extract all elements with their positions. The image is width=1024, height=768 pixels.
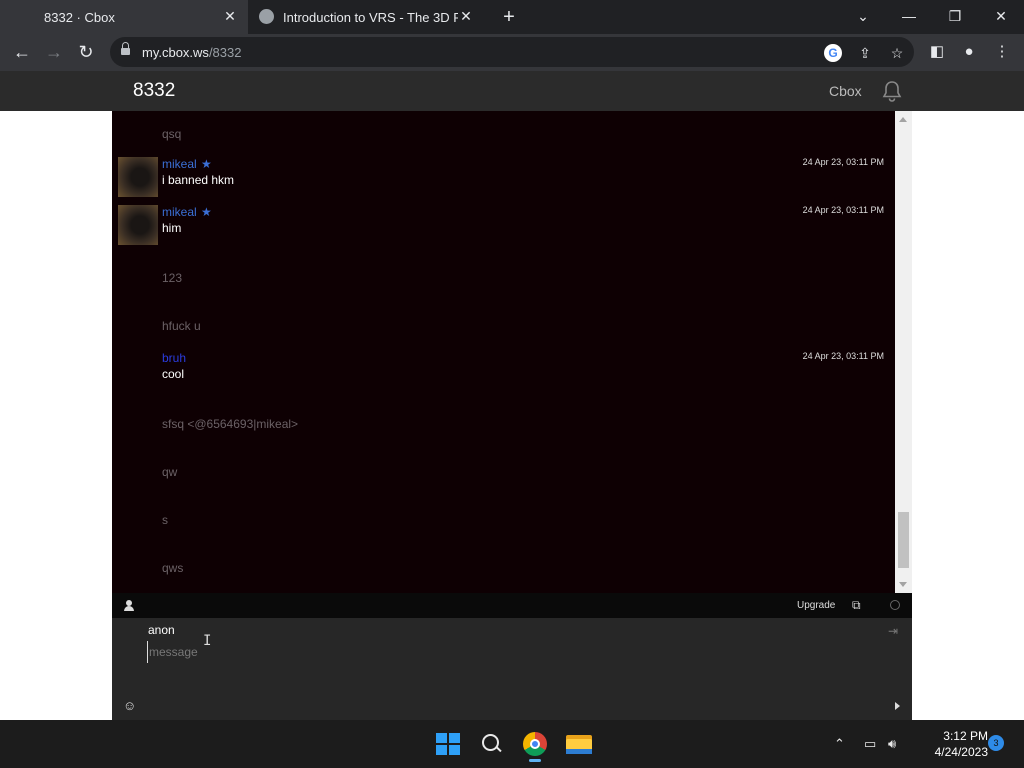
site-header: 8332 Cbox [0,71,1024,111]
brand-link[interactable]: Cbox [829,83,862,99]
chevron-up-icon[interactable]: ⌃ [834,736,845,752]
network-icon[interactable]: ▭ [864,736,876,752]
close-window-button[interactable]: ✕ [987,5,1015,27]
message-timestamp: 24 Apr 23, 03:11 PM [802,157,884,167]
message-composer: anon ⇥ I ☺ [112,618,912,720]
tab-title: Introduction to VRS - The 3D Rac [283,9,458,25]
star-icon: ★ [201,205,212,219]
profile-icon[interactable]: ● [959,42,979,62]
back-button[interactable]: ← [10,40,34,64]
side-panel-icon[interactable]: ◧ [927,42,947,62]
chat-box: qsq mikeal ★ i banned hkm 24 Apr 23, 03:11 P… [112,111,912,720]
message-text: sfsq <@6564693|mikeal> [162,417,299,431]
clock-date: 4/24/2023 [934,745,988,759]
message-text: 123 [162,271,183,285]
url-text[interactable]: my.cbox.ws/8332 [142,45,241,60]
notification-badge[interactable]: 3 [988,735,1004,751]
clock[interactable]: 3:12 PM 4/24/2023 [912,728,988,760]
star-icon: ★ [201,157,212,171]
chat-footer-bar: Upgrade ⧉ [112,593,912,618]
message-author[interactable]: bruh [162,351,186,365]
scroll-up-arrow[interactable] [899,117,907,122]
tab-search-icon[interactable]: ⌄ [849,5,877,27]
minimize-button[interactable]: — [895,5,923,27]
message-text: i banned hkm [162,173,235,187]
message-text: hfuck u [162,319,201,333]
message-text: qsq [162,127,182,141]
browser-tab-strip: 8332 · Cbox ✕ Introduction to VRS - The … [0,0,1024,34]
message-timestamp: 24 Apr 23, 03:11 PM [802,351,884,361]
forward-button[interactable]: → [42,40,66,64]
login-icon[interactable]: ⇥ [888,624,898,638]
tab-title: 8332 · Cbox [44,9,115,25]
taskbar: ⌃ ▭ 🔊︎ 3:12 PM 4/24/2023 3 [0,720,1024,768]
reload-button[interactable]: ↻ [74,40,98,64]
scroll-down-arrow[interactable] [899,582,907,587]
clock-time: 3:12 PM [943,729,988,743]
message-author[interactable]: mikeal [162,157,197,171]
google-lens-icon[interactable]: G [824,44,842,62]
address-bar[interactable]: my.cbox.ws/8332 G ⇪ ☆ [110,37,914,67]
menu-icon[interactable]: ⋮ [992,42,1012,62]
search-icon[interactable] [475,728,507,760]
message-text: qw [162,465,178,479]
close-icon[interactable]: ✕ [458,8,474,24]
author-name[interactable]: anon [148,623,175,637]
lock-icon[interactable] [121,42,130,57]
tab-vrs[interactable]: Introduction to VRS - The 3D Rac ✕ [252,0,484,34]
new-tab-button[interactable]: + [498,6,520,28]
file-explorer-icon[interactable] [563,728,595,760]
url-host: my.cbox.ws [142,45,209,60]
tab-cbox[interactable]: 8332 · Cbox ✕ [0,0,248,34]
message-timestamp: 24 Apr 23, 03:11 PM [802,205,884,215]
scrollbar[interactable] [895,111,912,593]
restore-button[interactable]: ❐ [941,5,969,27]
start-button[interactable] [431,728,463,760]
browser-toolbar: ← → ↻ my.cbox.ws/8332 G ⇪ ☆ ◧ ● ⋮ [0,34,1024,71]
bookmark-star-icon[interactable]: ☆ [888,44,906,62]
volume-icon[interactable]: 🔊︎ [888,736,896,752]
connection-status-icon [890,600,900,610]
bell-icon[interactable] [880,79,904,103]
message-list[interactable]: qsq mikeal ★ i banned hkm 24 Apr 23, 03:11 P… [112,111,895,593]
upgrade-link[interactable]: Upgrade [797,600,835,611]
user-icon[interactable] [124,600,134,611]
popout-icon[interactable]: ⧉ [852,598,861,613]
message-text: s [162,513,168,527]
message-author[interactable]: mikeal [162,205,197,219]
message-text: qws [162,561,184,575]
message-text: cool [162,367,185,381]
close-icon[interactable]: ✕ [222,8,238,24]
avatar[interactable] [118,157,158,197]
globe-icon [259,9,274,24]
message-text: him [162,221,182,235]
chrome-icon[interactable] [519,728,551,762]
share-icon[interactable]: ⇪ [856,44,874,62]
text-cursor-icon: I [203,633,212,649]
message-input[interactable] [147,641,847,663]
url-path: /8332 [208,45,242,60]
emoji-icon[interactable]: ☺ [123,698,136,713]
page-title: 8332 [133,80,176,101]
send-icon[interactable] [895,702,900,710]
avatar[interactable] [118,205,158,245]
scroll-thumb[interactable] [898,512,909,568]
